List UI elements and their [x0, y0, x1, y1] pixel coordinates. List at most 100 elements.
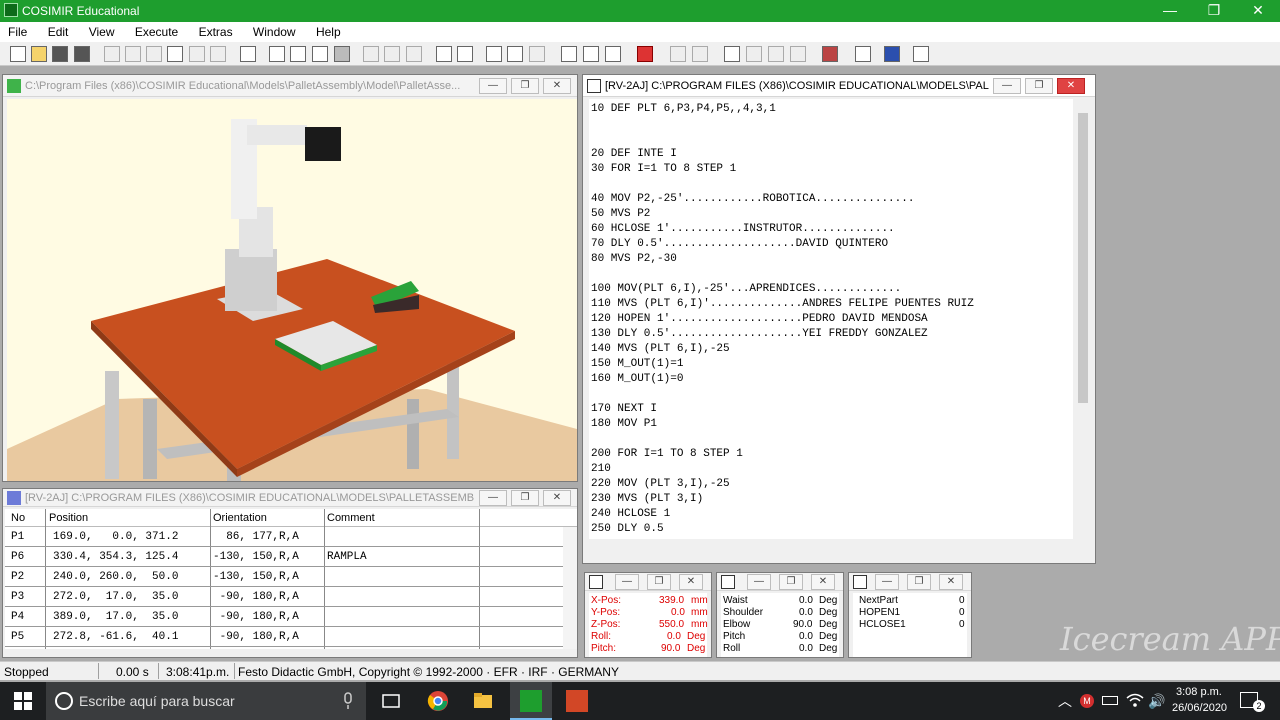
- robot-teach-icon[interactable]: [334, 46, 350, 62]
- show-hidden-icons-chevron-icon[interactable]: ︿: [1058, 691, 1072, 711]
- menu-edit[interactable]: Edit: [48, 22, 69, 39]
- wifi-icon[interactable]: [1126, 692, 1144, 708]
- menu-file[interactable]: File: [8, 22, 27, 39]
- menu-window[interactable]: Window: [253, 22, 296, 39]
- joint-window-close-button[interactable]: ✕: [811, 574, 835, 590]
- positions-window-close-button[interactable]: ✕: [543, 490, 571, 506]
- volume-icon[interactable]: 🔊: [1148, 693, 1165, 710]
- measure-icon[interactable]: [670, 46, 686, 62]
- upload-program-icon[interactable]: [507, 46, 523, 62]
- antivirus-tray-icon[interactable]: M: [1080, 694, 1094, 708]
- document-icon[interactable]: [167, 46, 183, 62]
- table-row[interactable]: P6 330.4, 354.3, 125.4 -130, 150,R,A RAM…: [5, 547, 565, 567]
- column-header-position[interactable]: Position: [49, 512, 88, 524]
- alert-icon[interactable]: [637, 46, 653, 62]
- table-row[interactable]: P5 272.8, -61.6, 40.1 -90, 180,R,A: [5, 627, 565, 647]
- menu-execute[interactable]: Execute: [135, 22, 178, 39]
- window-icon[interactable]: [855, 46, 871, 62]
- paste-positions-icon[interactable]: [210, 46, 226, 62]
- save-icon[interactable]: [52, 46, 68, 62]
- table-row[interactable]: P4 389.0, 17.0, 35.0 -90, 180,R,A: [5, 607, 565, 627]
- io-window-close-button[interactable]: ✕: [939, 574, 963, 590]
- column-header-orientation[interactable]: Orientation: [213, 512, 267, 524]
- close-button[interactable]: ✕: [1236, 0, 1280, 22]
- table-row[interactable]: P1 169.0, 0.0, 371.2 86, 177,R,A: [5, 527, 565, 547]
- menu-extras[interactable]: Extras: [199, 22, 233, 39]
- program-code-editor[interactable]: 10 DEF PLT 6,P3,P4,P5,,4,3,1 20 DEF INTE…: [589, 99, 1073, 551]
- menu-help[interactable]: Help: [316, 22, 341, 39]
- program-window-close-button[interactable]: ✕: [1057, 78, 1085, 94]
- open-folder-icon[interactable]: [31, 46, 47, 62]
- keyboard-icon[interactable]: [457, 46, 473, 62]
- print-icon[interactable]: [240, 46, 256, 62]
- simulation-pause-icon[interactable]: [583, 46, 599, 62]
- program-window-maximize-button[interactable]: ❐: [1025, 78, 1053, 94]
- model-window-title: C:\Program Files (x86)\COSIMIR Education…: [25, 80, 461, 92]
- step-out-icon[interactable]: [406, 46, 422, 62]
- menu-view[interactable]: View: [89, 22, 115, 39]
- io-window-maximize-button[interactable]: ❐: [907, 574, 931, 590]
- taskbar-date[interactable]: 26/06/2020: [1172, 702, 1227, 714]
- xyz-window-close-button[interactable]: ✕: [679, 574, 703, 590]
- xyz-window-maximize-button[interactable]: ❐: [647, 574, 671, 590]
- compare-icon[interactable]: [529, 46, 545, 62]
- robot-view-icon[interactable]: [269, 46, 285, 62]
- save-all-icon[interactable]: [74, 46, 90, 62]
- cut-icon[interactable]: [104, 46, 120, 62]
- program-horizontal-scrollbar[interactable]: [589, 539, 1073, 555]
- cosimir-taskbar-button[interactable]: [510, 682, 552, 720]
- robot-jog-icon[interactable]: [290, 46, 306, 62]
- taskbar-search-box[interactable]: Escribe aquí para buscar: [46, 682, 366, 720]
- column-header-comment[interactable]: Comment: [327, 512, 375, 524]
- model-window-maximize-button[interactable]: ❐: [511, 78, 539, 94]
- context-help-icon[interactable]: [913, 46, 929, 62]
- task-view-icon[interactable]: [380, 690, 402, 712]
- step-into-icon[interactable]: [363, 46, 379, 62]
- io-window-minimize-button[interactable]: —: [875, 574, 899, 590]
- chrome-icon[interactable]: [427, 690, 449, 712]
- positions-scrollbar[interactable]: [563, 527, 577, 649]
- taskbar-clock[interactable]: 3:08 p.m.: [1176, 686, 1222, 698]
- positions-window-maximize-button[interactable]: ❐: [511, 490, 539, 506]
- paste-icon[interactable]: [146, 46, 162, 62]
- powerpoint-taskbar-button[interactable]: [556, 682, 596, 720]
- grip-close-icon[interactable]: [768, 46, 784, 62]
- microphone-icon[interactable]: [342, 692, 354, 710]
- link-icon[interactable]: [884, 46, 900, 62]
- robot-move-icon[interactable]: [312, 46, 328, 62]
- joint-window-maximize-button[interactable]: ❐: [779, 574, 803, 590]
- copy-icon[interactable]: [125, 46, 141, 62]
- table-row[interactable]: P3 272.0, 17.0, 35.0 -90, 180,R,A: [5, 587, 565, 607]
- program-vertical-scrollbar[interactable]: [1075, 99, 1091, 539]
- download-program-icon[interactable]: [486, 46, 502, 62]
- column-header-no[interactable]: No: [11, 512, 25, 524]
- minimize-button[interactable]: —: [1148, 0, 1192, 22]
- io-panel-icon[interactable]: [822, 46, 838, 62]
- positions-window-minimize-button[interactable]: —: [479, 490, 507, 506]
- model-window-minimize-button[interactable]: —: [479, 78, 507, 94]
- windows-start-icon[interactable]: [12, 690, 34, 712]
- simulation-reset-icon[interactable]: [605, 46, 621, 62]
- file-explorer-icon[interactable]: [472, 690, 494, 712]
- step-over-icon[interactable]: [384, 46, 400, 62]
- table-row[interactable]: P2 240.0, 260.0, 50.0 -130, 150,R,A: [5, 567, 565, 587]
- triangle-tool-icon[interactable]: [692, 46, 708, 62]
- battery-icon[interactable]: [1102, 696, 1118, 705]
- code-line: 60 HCLOSE 1'...........INSTRUTOR........…: [591, 223, 895, 235]
- grip-icon[interactable]: [724, 46, 740, 62]
- xyz-window-minimize-button[interactable]: —: [615, 574, 639, 590]
- program-scroll-thumb[interactable]: [1078, 113, 1088, 403]
- robot-3d-scene[interactable]: [7, 99, 577, 481]
- program-window-minimize-button[interactable]: —: [993, 78, 1021, 94]
- simulation-start-icon[interactable]: [561, 46, 577, 62]
- grip-toggle-icon[interactable]: [790, 46, 806, 62]
- copy-positions-icon[interactable]: [189, 46, 205, 62]
- robot-cell-drawing: [7, 119, 577, 481]
- grip-open-icon[interactable]: [746, 46, 762, 62]
- joint-window-minimize-button[interactable]: —: [747, 574, 771, 590]
- new-file-icon[interactable]: [10, 46, 26, 62]
- reset-icon[interactable]: [436, 46, 452, 62]
- restore-button[interactable]: ❐: [1192, 0, 1236, 22]
- io-window: — ❐ ✕ NextPart 0 HOPEN1 0 HCLOSE1 0: [848, 572, 972, 658]
- model-window-close-button[interactable]: ✕: [543, 78, 571, 94]
